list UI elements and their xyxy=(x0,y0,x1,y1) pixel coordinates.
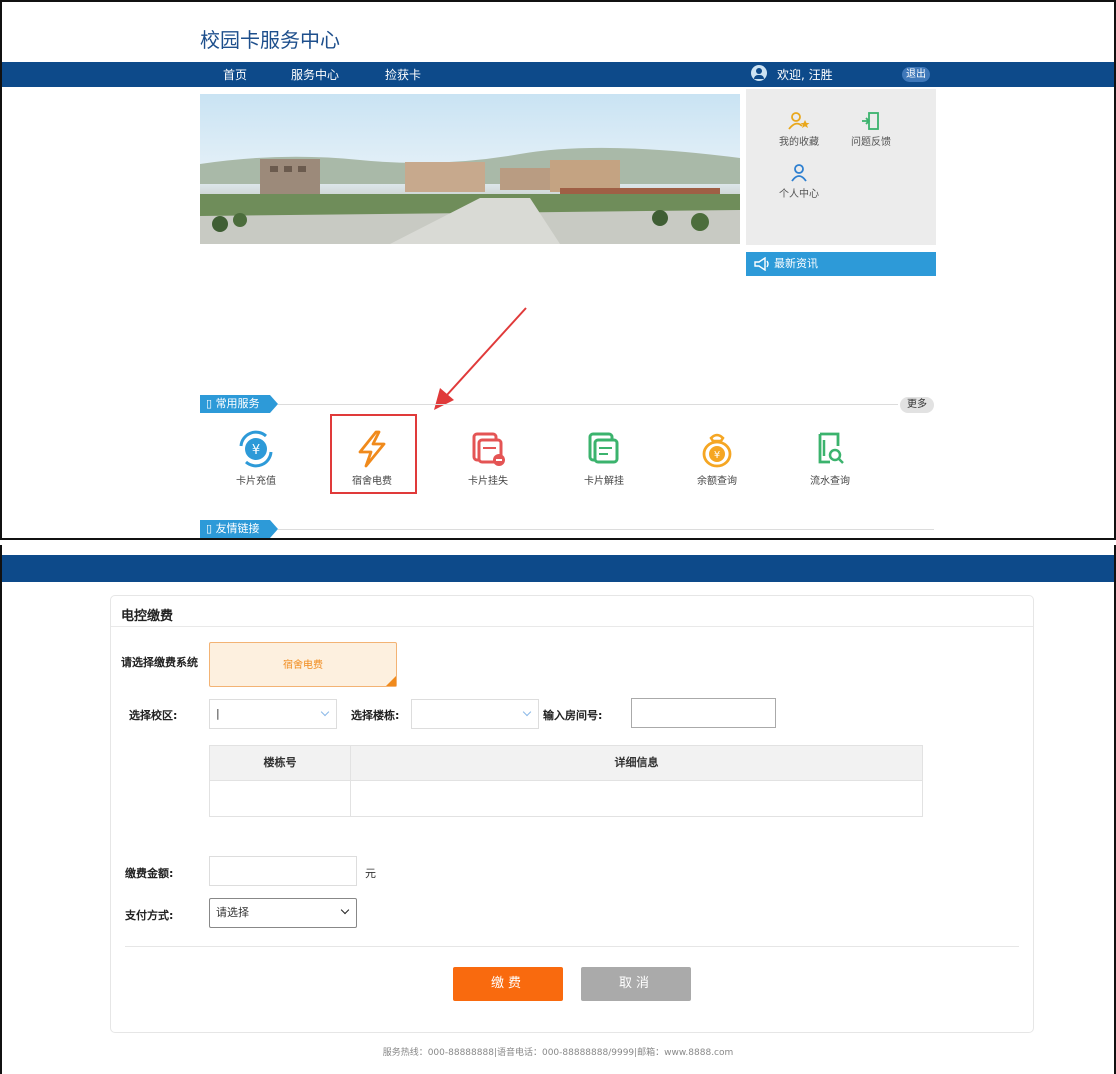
cancel-button[interactable]: 取消 xyxy=(581,967,691,1001)
system-label: 请选择缴费系统 xyxy=(121,656,198,669)
title-divider xyxy=(111,626,1033,627)
amount-unit: 元 xyxy=(365,867,376,880)
common-services-title: 常用服务 xyxy=(215,397,260,410)
service-label-balance: 余额查询 xyxy=(697,476,737,487)
feedback-label: 问题反馈 xyxy=(851,137,891,148)
profile-label: 个人中心 xyxy=(779,189,819,200)
nav-found-card[interactable]: 捡获卡 xyxy=(385,66,421,83)
profile-link[interactable]: 个人中心 xyxy=(774,163,824,200)
user-icon xyxy=(788,163,810,183)
payment-method-label: 支付方式: xyxy=(125,909,174,922)
table-header-building: 楼栋号 xyxy=(210,746,350,780)
friendly-links-tag: ▯ 友情链接 xyxy=(200,520,278,538)
feedback-link[interactable]: 问题反馈 xyxy=(846,111,896,148)
friendly-links-title: 友情链接 xyxy=(215,522,260,535)
system-option-label: 宿舍电费 xyxy=(283,660,323,671)
more-services-button[interactable]: 更多 xyxy=(900,397,934,413)
card-loss-icon xyxy=(472,432,505,466)
section-divider xyxy=(278,404,898,405)
table-row-divider xyxy=(210,780,922,781)
square-bullet-icon: ▯ xyxy=(206,522,216,535)
red-pointer-arrow-icon xyxy=(434,307,527,410)
top-navbar: 首页 服务中心 捡获卡 欢迎, 汪胜 退出 xyxy=(2,62,1114,87)
svg-text:¥: ¥ xyxy=(252,443,260,458)
site-title: 校园卡服务中心 xyxy=(200,28,340,52)
campus-banner-image xyxy=(200,94,740,244)
nav-service-center[interactable]: 服务中心 xyxy=(291,66,339,83)
building-table: 楼栋号 详细信息 xyxy=(209,745,923,817)
service-label-recharge: 卡片充值 xyxy=(236,476,276,487)
room-number-input[interactable] xyxy=(631,698,776,728)
service-card-balance[interactable]: ¥ 余额查询 xyxy=(672,430,762,487)
footer-contact: 服务热线：000-88888888|语音电话：000-88888888/9999… xyxy=(382,1048,734,1058)
building-select[interactable] xyxy=(411,699,539,729)
news-title: 最新资讯 xyxy=(774,257,818,270)
megaphone-icon xyxy=(754,257,769,271)
payment-card: 电控缴费 请选择缴费系统 宿舍电费 选择校区: | 选择楼栋: 输入房间号: 楼… xyxy=(110,595,1034,1033)
amount-input[interactable] xyxy=(209,856,357,886)
favorites-link[interactable]: 我的收藏 xyxy=(774,111,824,148)
payment-title: 电控缴费 xyxy=(121,609,174,624)
section-divider xyxy=(278,529,934,530)
pay-button[interactable]: 缴费 xyxy=(453,967,563,1001)
form-divider xyxy=(125,946,1019,947)
campus-select-value: | xyxy=(216,707,220,720)
card-unlock-icon xyxy=(588,432,619,464)
logout-button[interactable]: 退出 xyxy=(902,67,930,82)
square-bullet-icon: ▯ xyxy=(206,397,216,410)
table-header-details: 详细信息 xyxy=(351,746,922,780)
service-card-recharge[interactable]: ¥ 卡片充值 xyxy=(211,430,301,487)
campus-label: 选择校区: xyxy=(129,709,178,722)
service-label-transactions: 流水查询 xyxy=(810,476,850,487)
room-label: 输入房间号: xyxy=(543,709,603,722)
service-card-transactions[interactable]: 流水查询 xyxy=(785,430,875,487)
chevron-down-icon xyxy=(522,707,532,717)
recharge-icon: ¥ xyxy=(239,430,273,468)
payment-method-value: 请选择 xyxy=(216,906,249,919)
svg-text:¥: ¥ xyxy=(714,450,720,461)
chevron-down-icon xyxy=(320,707,330,717)
service-card-report-loss[interactable]: 卡片挂失 xyxy=(443,430,533,487)
service-center-screenshot: 校园卡服务中心 首页 服务中心 捡获卡 欢迎, 汪胜 退出 我的收藏 问题反馈 … xyxy=(0,0,1116,540)
service-label-unfreeze: 卡片解挂 xyxy=(584,476,624,487)
payment-form-screenshot: 电控缴费 请选择缴费系统 宿舍电费 选择校区: | 选择楼栋: 输入房间号: 楼… xyxy=(0,545,1116,1074)
common-services-tag: ▯ 常用服务 xyxy=(200,395,278,413)
payment-method-select[interactable]: 请选择 xyxy=(209,898,357,928)
system-option-dorm-electricity[interactable]: 宿舍电费 xyxy=(209,642,397,687)
payment-navbar xyxy=(2,555,1114,582)
campus-select[interactable]: | xyxy=(209,699,337,729)
chevron-down-icon xyxy=(340,905,350,915)
exit-door-icon xyxy=(860,111,882,131)
building-label: 选择楼栋: xyxy=(351,709,400,722)
favorites-label: 我的收藏 xyxy=(779,137,819,148)
user-star-icon xyxy=(788,111,810,131)
table-column-divider xyxy=(350,746,351,816)
news-header[interactable]: 最新资讯 xyxy=(746,252,936,276)
user-avatar-icon xyxy=(751,65,767,81)
nav-home[interactable]: 首页 xyxy=(223,66,247,83)
service-card-unfreeze[interactable]: 卡片解挂 xyxy=(559,430,649,487)
money-bag-icon: ¥ xyxy=(702,433,732,468)
service-label-report-loss: 卡片挂失 xyxy=(468,476,508,487)
transaction-query-icon xyxy=(818,432,844,464)
amount-label: 缴费金额: xyxy=(125,867,174,880)
welcome-text: 欢迎, 汪胜 xyxy=(777,68,833,82)
quick-links-panel: 我的收藏 问题反馈 个人中心 xyxy=(746,89,936,245)
highlight-box xyxy=(330,414,417,494)
